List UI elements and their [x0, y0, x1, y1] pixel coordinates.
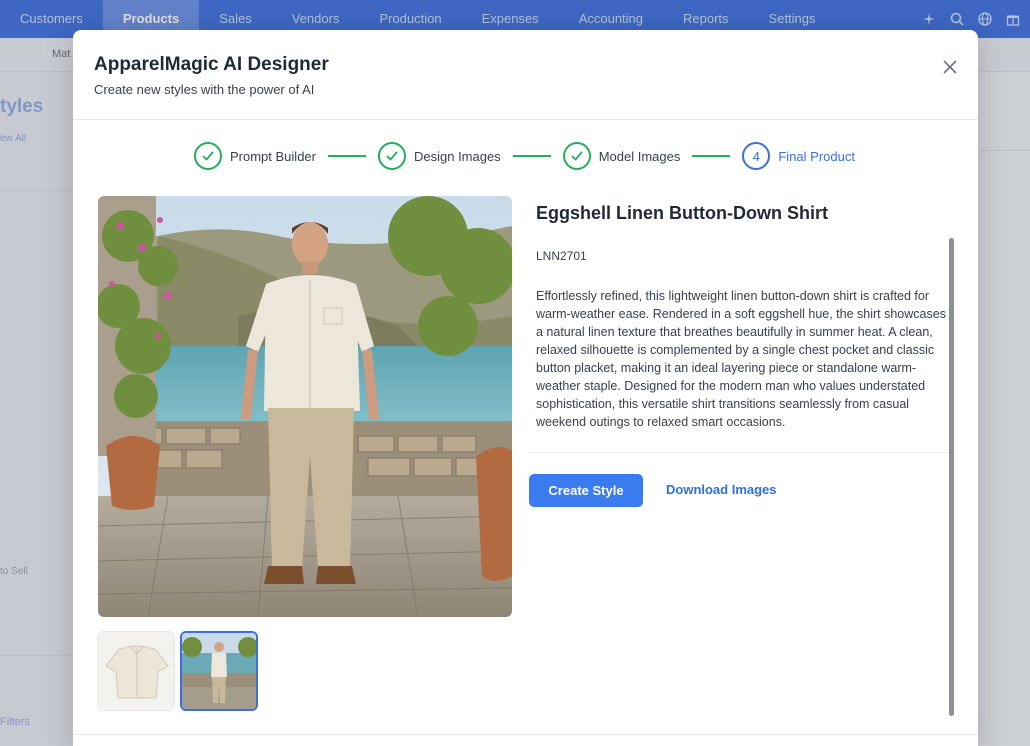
create-style-button[interactable]: Create Style — [529, 474, 643, 507]
step-number-badge: 4 — [742, 142, 771, 170]
modal-subtitle: Create new styles with the power of AI — [94, 82, 315, 97]
checkmark-icon — [377, 142, 406, 170]
checkmark-icon — [194, 142, 222, 170]
close-button[interactable] — [937, 54, 963, 80]
modal-title: ApparelMagic AI Designer — [94, 54, 329, 75]
details-scrollbar-thumb[interactable] — [949, 238, 954, 716]
step-label: Final Product — [778, 148, 855, 164]
step-prompt-builder[interactable]: Prompt Builder — [194, 142, 316, 170]
step-label: Design Images — [413, 148, 501, 164]
checkmark-icon — [562, 142, 591, 170]
step-connector — [692, 155, 731, 157]
step-final-product[interactable]: 4 Final Product — [742, 142, 855, 170]
thumbnail-model-image[interactable] — [180, 631, 258, 711]
step-model-images[interactable]: Model Images — [562, 142, 681, 170]
step-connector — [512, 155, 551, 157]
product-name: Eggshell Linen Button-Down Shirt — [536, 203, 828, 223]
ai-designer-modal: ApparelMagic AI Designer Create new styl… — [73, 30, 978, 746]
product-code: LNN2701 — [536, 249, 587, 263]
step-label: Prompt Builder — [230, 148, 316, 164]
close-icon — [943, 60, 957, 74]
product-description: Effortlessly refined, this lightweight l… — [536, 289, 946, 429]
modal-header: ApparelMagic AI Designer Create new styl… — [73, 30, 978, 120]
progress-stepper: Prompt Builder Design Images Model Image… — [194, 141, 855, 171]
download-images-link[interactable]: Download Images — [666, 482, 777, 497]
modal-footer-divider — [73, 734, 978, 735]
thumbnail-design-image[interactable] — [97, 631, 175, 711]
step-label: Model Images — [598, 148, 681, 164]
step-connector — [327, 155, 366, 157]
actions-divider — [528, 452, 951, 453]
step-design-images[interactable]: Design Images — [377, 142, 501, 170]
main-product-image — [98, 196, 512, 617]
